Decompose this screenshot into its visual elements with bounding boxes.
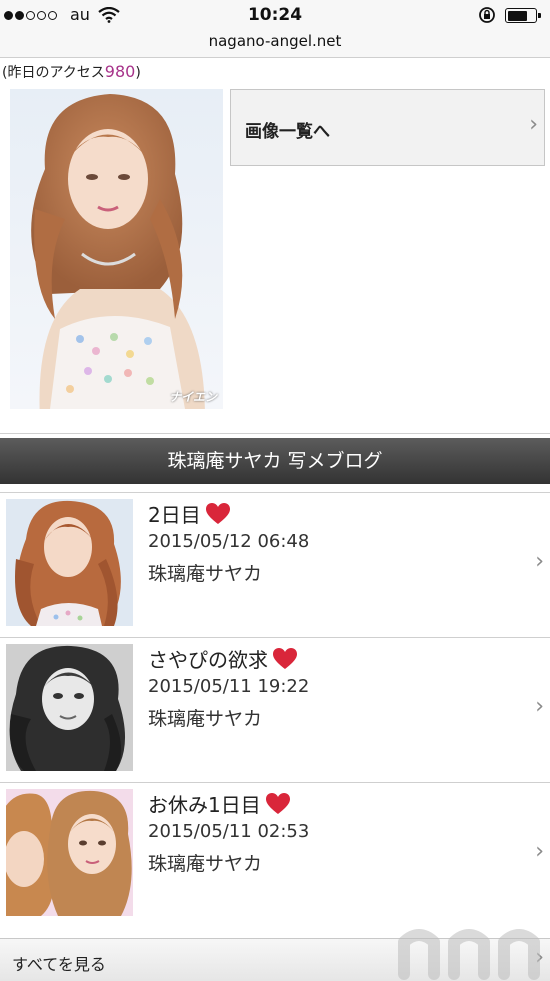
entry-author: 珠璃庵サヤカ bbox=[148, 563, 263, 585]
section-divider bbox=[0, 433, 550, 434]
entry-title: 2日目 bbox=[148, 499, 231, 528]
access-count-line: (昨日のアクセス980) bbox=[2, 62, 141, 82]
heart-icon bbox=[205, 503, 230, 524]
entry-author: 珠璃庵サヤカ bbox=[148, 708, 263, 730]
access-suffix: ) bbox=[135, 65, 141, 81]
access-prefix: (昨日のアクセス bbox=[2, 65, 105, 81]
access-count: 980 bbox=[104, 62, 136, 81]
chevron-right-icon: › bbox=[535, 549, 544, 574]
entry-thumbnail bbox=[6, 789, 133, 916]
entry-date: 2015/05/12 06:48 bbox=[148, 531, 310, 552]
watermark-logo bbox=[398, 929, 540, 980]
entry-author: 珠璃庵サヤカ bbox=[148, 853, 263, 875]
see-all-label: すべてを見る bbox=[12, 955, 106, 974]
battery-icon bbox=[505, 8, 541, 23]
entry-date: 2015/05/11 19:22 bbox=[148, 676, 310, 697]
entry-title: お休み1日目 bbox=[148, 789, 291, 818]
profile-photo[interactable]: ナイエン bbox=[10, 89, 223, 409]
entry-thumbnail bbox=[6, 644, 133, 771]
heart-icon bbox=[265, 793, 290, 814]
blog-entry[interactable]: お休み1日目 2015/05/11 02:53 珠璃庵サヤカ › bbox=[0, 783, 550, 925]
chevron-right-icon: › bbox=[535, 694, 544, 719]
photo-watermark: ナイエン bbox=[169, 390, 217, 404]
rotation-lock-icon bbox=[479, 7, 495, 23]
entry-date: 2015/05/11 02:53 bbox=[148, 821, 310, 842]
blog-entry[interactable]: 2日目 2015/05/12 06:48 珠璃庵サヤカ › bbox=[0, 493, 550, 635]
page-url[interactable]: nagano-angel.net bbox=[0, 32, 550, 50]
blog-section-header: 珠璃庵サヤカ 写メブログ bbox=[0, 438, 550, 484]
status-bar: au 10:24 bbox=[0, 0, 550, 30]
chevron-right-icon: › bbox=[535, 839, 544, 864]
status-time: 10:24 bbox=[247, 5, 303, 25]
address-bar[interactable]: nagano-angel.net bbox=[0, 30, 550, 58]
heart-icon bbox=[273, 648, 297, 669]
entry-thumbnail bbox=[6, 499, 133, 626]
gallery-button-label: 画像一覧へ bbox=[245, 122, 330, 142]
gallery-button[interactable]: 画像一覧へ › bbox=[230, 89, 545, 166]
blog-entry[interactable]: さやぴの欲求 2015/05/11 19:22 珠璃庵サヤカ › bbox=[0, 638, 550, 780]
entry-title: さやぴの欲求 bbox=[148, 644, 298, 673]
chevron-right-icon: › bbox=[529, 112, 538, 137]
